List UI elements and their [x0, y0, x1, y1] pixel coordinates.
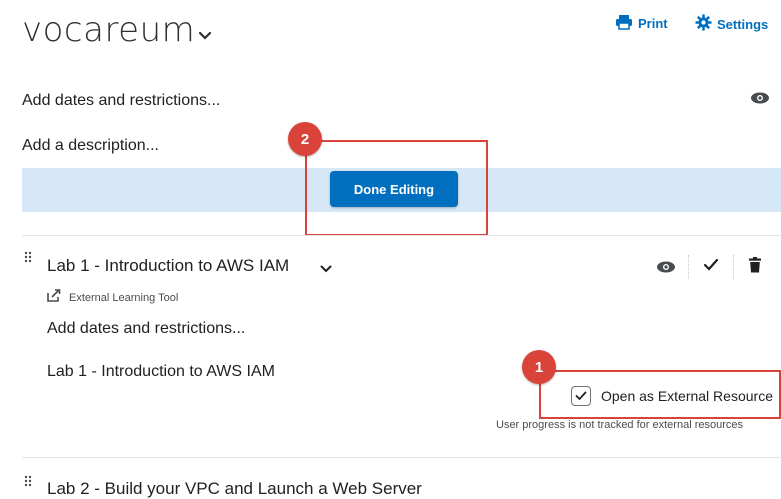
- callout-badge-1: 1: [522, 350, 556, 384]
- print-button[interactable]: Print: [615, 14, 668, 33]
- item-link-text[interactable]: Lab 1 - Introduction to AWS IAM: [47, 363, 275, 381]
- page-title: vocareum: [22, 10, 196, 50]
- module-add-description-link[interactable]: Add a description...: [22, 137, 159, 155]
- settings-label: Settings: [717, 16, 769, 32]
- item-type-label: External Learning Tool: [69, 292, 179, 304]
- trash-icon[interactable]: [748, 257, 762, 278]
- callout-badge-2: 2: [288, 122, 322, 156]
- divider: [22, 457, 781, 458]
- chevron-down-icon[interactable]: [198, 28, 212, 46]
- checkmark-icon[interactable]: [703, 258, 719, 277]
- callout-highlight-box-1: [539, 370, 781, 419]
- external-link-icon: [47, 289, 61, 307]
- divider: [22, 235, 781, 236]
- printer-icon: [615, 14, 633, 33]
- item-title[interactable]: Lab 1 - Introduction to AWS IAM: [47, 256, 289, 276]
- chevron-down-icon[interactable]: [320, 261, 332, 279]
- drag-handle-icon[interactable]: [24, 251, 32, 270]
- visibility-eye-icon[interactable]: [750, 91, 770, 110]
- gear-icon: [695, 14, 712, 34]
- item-visibility-eye-icon[interactable]: [656, 260, 676, 279]
- item-type: External Learning Tool: [47, 289, 178, 307]
- item-add-dates-link[interactable]: Add dates and restrictions...: [47, 320, 245, 338]
- action-separator: [688, 255, 690, 279]
- callout-highlight-box-2: [305, 140, 488, 236]
- print-label: Print: [638, 16, 668, 31]
- settings-button[interactable]: Settings: [695, 14, 768, 34]
- drag-handle-icon[interactable]: [24, 475, 32, 494]
- module-add-dates-link[interactable]: Add dates and restrictions...: [22, 92, 220, 110]
- action-separator: [733, 255, 735, 279]
- external-note: User progress is not tracked for externa…: [496, 419, 743, 431]
- next-item-title[interactable]: Lab 2 - Build your VPC and Launch a Web …: [47, 479, 422, 499]
